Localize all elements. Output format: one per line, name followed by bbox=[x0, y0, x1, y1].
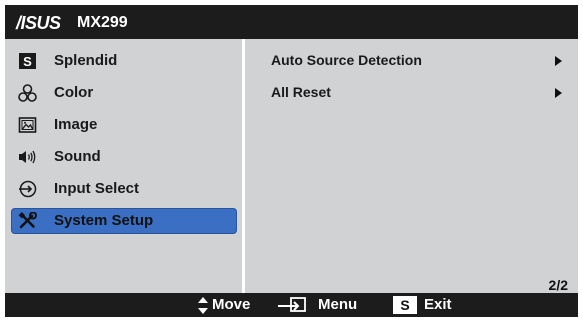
menu-item-splendid[interactable]: S Splendid bbox=[11, 48, 237, 74]
menu-item-label: Input Select bbox=[54, 180, 140, 197]
chevron-right-icon bbox=[555, 88, 562, 98]
menu-item-system-setup[interactable]: System Setup bbox=[11, 208, 237, 234]
enter-key-icon bbox=[278, 297, 306, 312]
submenu-panel: Auto Source Detection All Reset 2/2 bbox=[245, 39, 578, 293]
model-name: MX299 bbox=[77, 14, 128, 31]
image-icon bbox=[18, 117, 37, 133]
menu-item-label: Color bbox=[54, 84, 94, 101]
osd-menu: /ISUS MX299 S Splendid Color Image Sound… bbox=[5, 5, 578, 317]
move-hint-label: Move bbox=[212, 296, 251, 313]
title-bar: /ISUS MX299 bbox=[5, 5, 578, 39]
color-circles-icon bbox=[18, 84, 37, 102]
brand-logo: /ISUS bbox=[16, 13, 61, 33]
main-menu: S Splendid Color Image Sound Input Selec… bbox=[5, 39, 242, 293]
input-arrow-icon bbox=[19, 180, 37, 198]
submenu-item-all-reset[interactable]: All Reset bbox=[271, 84, 331, 100]
page-indicator: 2/2 bbox=[548, 277, 568, 293]
exit-key-icon: S bbox=[393, 296, 417, 314]
splendid-s-icon: S bbox=[19, 53, 36, 69]
svg-text:S: S bbox=[23, 54, 32, 69]
menu-item-input-select[interactable]: Input Select bbox=[11, 176, 237, 202]
menu-item-color[interactable]: Color bbox=[11, 80, 237, 106]
menu-item-label: Image bbox=[54, 116, 98, 133]
submenu-item-auto-source-detection[interactable]: Auto Source Detection bbox=[271, 52, 422, 68]
tools-icon bbox=[18, 212, 37, 229]
menu-hint-label: Menu bbox=[318, 296, 358, 313]
hint-bar: Move Menu S Exit bbox=[5, 293, 578, 317]
menu-item-sound[interactable]: Sound bbox=[11, 144, 237, 170]
menu-item-image[interactable]: Image bbox=[11, 112, 237, 138]
menu-item-label: Sound bbox=[54, 148, 101, 165]
speaker-icon bbox=[19, 150, 36, 164]
menu-item-label: Splendid bbox=[54, 52, 118, 69]
up-down-arrows-icon bbox=[198, 297, 208, 314]
menu-item-label: System Setup bbox=[54, 212, 154, 229]
chevron-right-icon bbox=[555, 56, 562, 66]
exit-hint-label: Exit bbox=[424, 296, 452, 313]
